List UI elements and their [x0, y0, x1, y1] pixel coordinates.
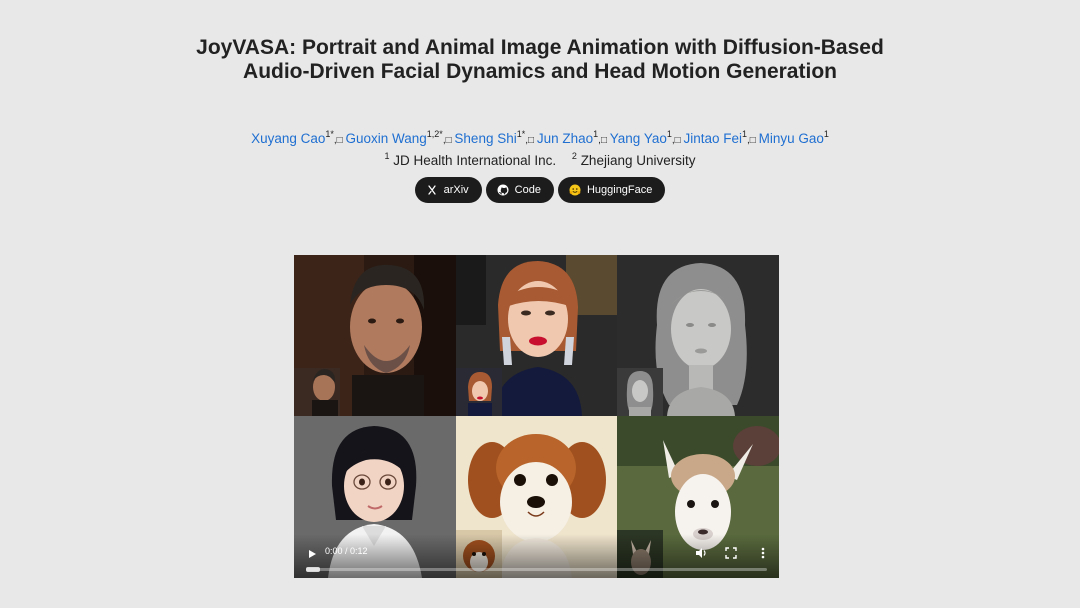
arxiv-label: arXiv	[443, 184, 469, 196]
author-item: Xuyang Cao1*	[251, 129, 334, 146]
affiliation-item: 2 Zhejiang University	[571, 151, 696, 168]
video-panel-statue	[617, 255, 779, 416]
code-label: Code	[514, 184, 541, 196]
affiliation-item: 1 JD Health International Inc.	[384, 151, 557, 168]
author-link[interactable]: Yang Yao	[610, 131, 667, 146]
author-item: Yang Yao1	[609, 129, 672, 146]
author-link[interactable]: Sheng Shi	[454, 131, 516, 146]
video-panel-man-portrait	[294, 255, 456, 416]
video-controls: 0:00 / 0:12	[294, 534, 779, 578]
volume-icon[interactable]	[694, 546, 708, 560]
code-button[interactable]: Code	[485, 177, 554, 203]
author-separator: ,□	[333, 135, 346, 146]
video-progress-bar[interactable]	[306, 567, 767, 572]
huggingface-icon	[569, 184, 581, 196]
link-buttons: arXiv Code HuggingFace	[0, 177, 1080, 203]
huggingface-button[interactable]: HuggingFace	[557, 177, 666, 203]
video-panel-woman	[456, 255, 617, 416]
affiliation-list: 1 JD Health International Inc. 2 Zhejian…	[0, 146, 1080, 171]
video-frame-grid	[294, 255, 779, 578]
video-time: 0:00 / 0:12	[325, 546, 368, 556]
author-separator: ,□	[747, 135, 759, 146]
author-item: Jintao Fei1	[683, 129, 748, 146]
author-link[interactable]: Jintao Fei	[683, 131, 742, 146]
github-icon	[497, 184, 509, 196]
author-link[interactable]: Jun Zhao	[537, 131, 593, 146]
author-item: Sheng Shi1*	[454, 129, 526, 146]
huggingface-label: HuggingFace	[586, 184, 653, 196]
author-separator: ,□	[671, 135, 684, 146]
progress-knob[interactable]	[306, 567, 320, 572]
author-link[interactable]: Minyu Gao	[759, 131, 824, 146]
page-title: JoyVASA: Portrait and Animal Image Anima…	[196, 36, 884, 83]
author-separator: ,□	[525, 135, 537, 146]
demo-video[interactable]: 0:00 / 0:12	[294, 255, 779, 578]
author-link[interactable]: Guoxin Wang	[346, 131, 427, 146]
arxiv-icon	[426, 184, 438, 196]
arxiv-button[interactable]: arXiv	[414, 177, 482, 203]
author-item: Jun Zhao1	[536, 129, 599, 146]
author-item: Minyu Gao1	[758, 129, 829, 146]
play-icon[interactable]	[306, 547, 318, 559]
author-item: Guoxin Wang1,2*	[345, 129, 443, 146]
author-link[interactable]: Xuyang Cao	[251, 131, 325, 146]
author-separator: ,□	[598, 135, 610, 146]
fullscreen-icon[interactable]	[724, 546, 738, 560]
more-options-icon[interactable]	[756, 546, 770, 560]
author-separator: ,□	[442, 135, 455, 146]
